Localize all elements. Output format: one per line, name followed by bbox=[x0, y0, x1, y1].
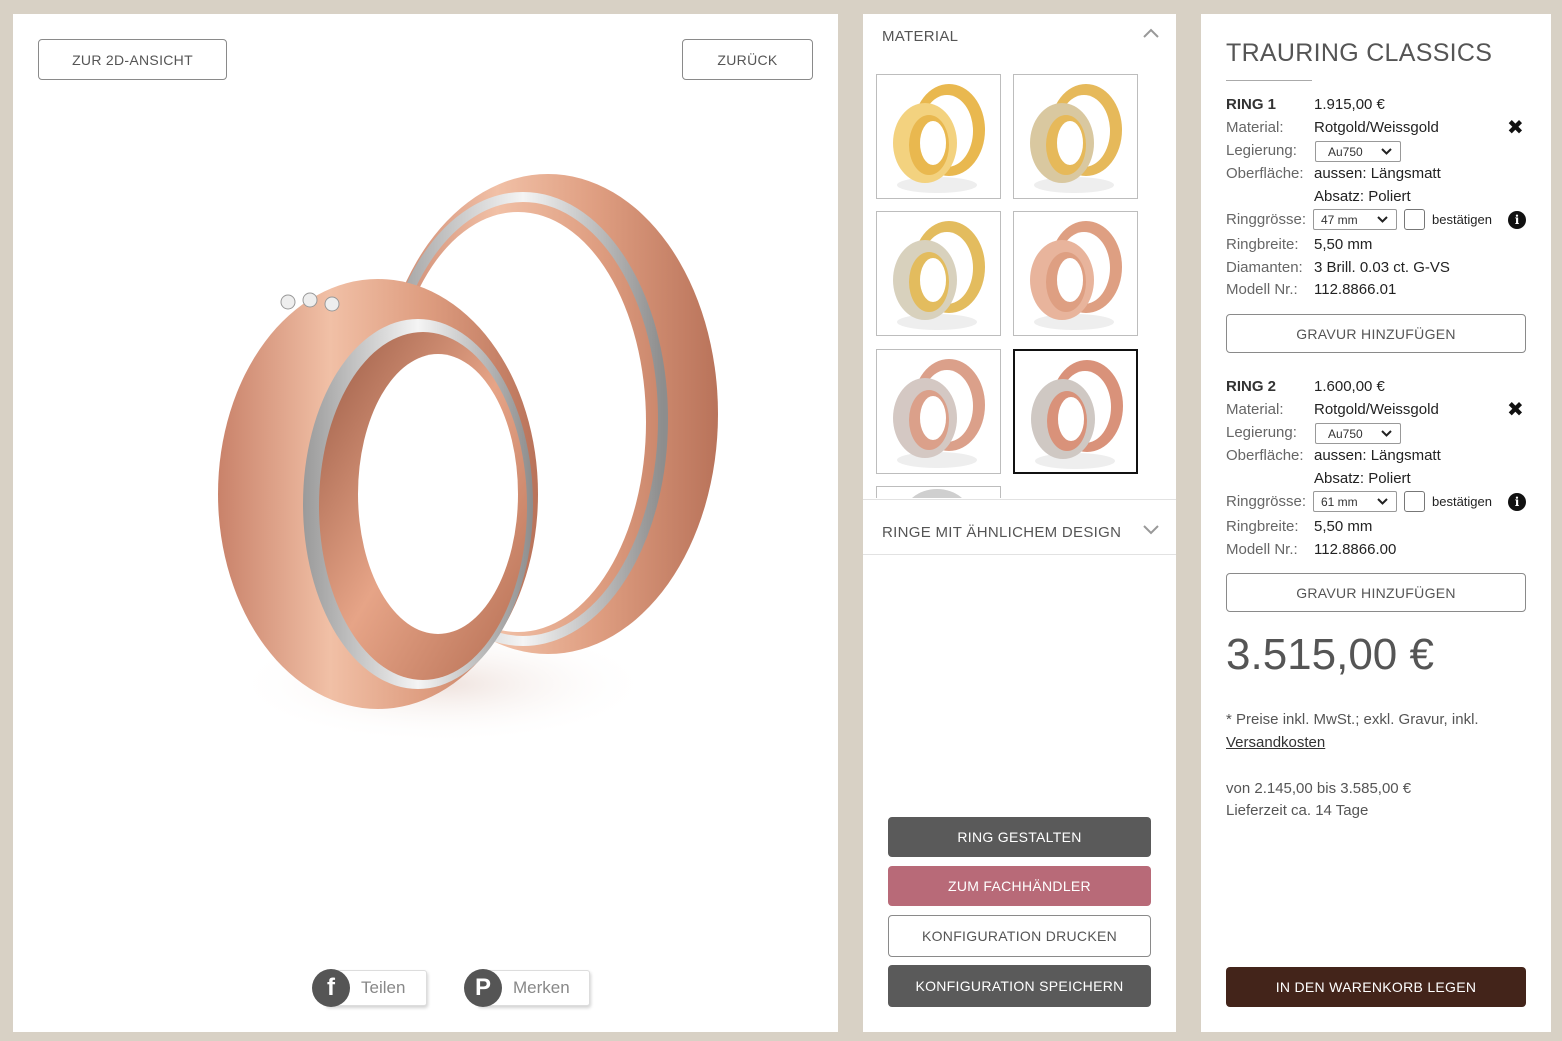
size-label: Ringgrösse: bbox=[1226, 493, 1307, 510]
print-configuration-button[interactable]: KONFIGURATION DRUCKEN bbox=[888, 915, 1151, 957]
chevron-down-icon bbox=[1377, 216, 1388, 223]
configuration-panel: MATERIAL RINGE MIT ÄHNLICHEM DESIGN RING… bbox=[863, 14, 1176, 1032]
confirm-label: bestätigen bbox=[1432, 212, 1492, 227]
ring1-material: Rotgold/Weissgold bbox=[1314, 119, 1439, 136]
ring2-width: 5,50 mm bbox=[1314, 518, 1373, 535]
material-swatch-yellow-white-2[interactable] bbox=[876, 211, 1001, 336]
tax-note: * Preise inkl. MwSt.; exkl. Gravur, inkl… bbox=[1226, 711, 1479, 728]
ring1-diamonds: 3 Brill. 0.03 ct. G-VS bbox=[1314, 259, 1450, 276]
info-icon[interactable]: i bbox=[1508, 211, 1526, 229]
info-icon[interactable]: i bbox=[1508, 493, 1526, 511]
ring2-surface-outer: aussen: Längsmatt bbox=[1314, 447, 1441, 464]
ring1-add-engraving-button[interactable]: GRAVUR HINZUFÜGEN bbox=[1226, 314, 1526, 353]
ring1-price: 1.915,00 € bbox=[1314, 96, 1385, 113]
model-label: Modell Nr.: bbox=[1226, 281, 1298, 298]
material-swatch-rose-white-selected[interactable] bbox=[1013, 349, 1138, 474]
ring1-alloy-value: Au750 bbox=[1328, 144, 1363, 159]
save-configuration-button[interactable]: KONFIGURATION SPEICHERN bbox=[888, 965, 1151, 1007]
ring2-alloy-value: Au750 bbox=[1328, 426, 1363, 441]
product-title: TRAURING CLASSICS bbox=[1226, 39, 1493, 67]
ring-swatch-icon bbox=[1031, 360, 1123, 469]
ring-viewer-panel: ZUR 2D-ANSICHT ZURÜCK f Teilen P Merken bbox=[13, 14, 838, 1032]
ring1-size-select[interactable]: 47 mm bbox=[1313, 209, 1397, 230]
chevron-up-icon bbox=[1143, 28, 1159, 38]
ring2-material: Rotgold/Weissgold bbox=[1314, 401, 1439, 418]
material-swatch-yellow-white[interactable] bbox=[876, 74, 1001, 199]
ring1-size-confirm-checkbox[interactable] bbox=[1404, 209, 1425, 230]
ring1-size-value: 47 mm bbox=[1321, 212, 1358, 227]
material-swatch-grid bbox=[876, 74, 1156, 498]
remove-ring1-icon[interactable]: ✖ bbox=[1507, 115, 1524, 139]
ring1-surface-edge: Absatz: Poliert bbox=[1314, 188, 1411, 205]
share-facebook-button[interactable]: f Teilen bbox=[312, 969, 427, 1007]
material-label: Material: bbox=[1226, 401, 1284, 418]
shipping-note: Versandkosten bbox=[1226, 734, 1325, 751]
surface-label: Oberfläche: bbox=[1226, 165, 1304, 182]
alloy-label: Legierung: bbox=[1226, 142, 1297, 159]
divider bbox=[863, 499, 1176, 500]
order-summary-panel: TRAURING CLASSICS RING 1 1.915,00 € Mate… bbox=[1201, 14, 1551, 1032]
add-to-cart-button[interactable]: IN DEN WARENKORB LEGEN bbox=[1226, 967, 1526, 1007]
ring2-model: 112.8866.00 bbox=[1314, 541, 1397, 558]
similar-designs-section-header[interactable]: RINGE MIT ÄHNLICHEM DESIGN bbox=[863, 510, 1176, 554]
chevron-down-icon bbox=[1381, 430, 1392, 437]
material-swatch-more[interactable] bbox=[876, 486, 1001, 498]
share-label: Teilen bbox=[361, 978, 406, 997]
pinterest-icon: P bbox=[464, 969, 502, 1007]
chevron-down-icon bbox=[1377, 498, 1388, 505]
diamonds-label: Diamanten: bbox=[1226, 259, 1303, 276]
design-ring-button[interactable]: RING GESTALTEN bbox=[888, 817, 1151, 857]
divider bbox=[863, 554, 1176, 555]
similar-heading: RINGE MIT ÄHNLICHEM DESIGN bbox=[882, 524, 1122, 541]
back-button[interactable]: ZURÜCK bbox=[682, 39, 813, 80]
ring1-model: 112.8866.01 bbox=[1314, 281, 1397, 298]
ring2-size-confirm-checkbox[interactable] bbox=[1404, 491, 1425, 512]
dealer-button[interactable]: ZUM FACHHÄNDLER bbox=[888, 866, 1151, 906]
ring1-width: 5,50 mm bbox=[1314, 236, 1373, 253]
material-section-header[interactable]: MATERIAL bbox=[863, 14, 1176, 58]
confirm-label: bestätigen bbox=[1432, 494, 1492, 509]
width-label: Ringbreite: bbox=[1226, 236, 1299, 253]
material-label: Material: bbox=[1226, 119, 1284, 136]
pin-label: Merken bbox=[513, 978, 570, 997]
ring-swatch-icon bbox=[1030, 84, 1122, 193]
width-label: Ringbreite: bbox=[1226, 518, 1299, 535]
ring1-alloy-select[interactable]: Au750 bbox=[1315, 141, 1401, 162]
ring2-name: RING 2 bbox=[1226, 378, 1277, 395]
shipping-costs-link[interactable]: Versandkosten bbox=[1226, 734, 1325, 751]
ring2-size-value: 61 mm bbox=[1321, 494, 1358, 509]
ring-swatch-icon bbox=[893, 359, 985, 468]
material-swatch-yellow-yellow[interactable] bbox=[1013, 74, 1138, 199]
ring-swatch-icon bbox=[893, 84, 985, 193]
chevron-down-icon bbox=[1381, 148, 1392, 155]
total-price: 3.515,00 € bbox=[1226, 630, 1434, 679]
ring2-surface-edge: Absatz: Poliert bbox=[1314, 470, 1411, 487]
ring-small bbox=[218, 279, 538, 709]
ring2-price: 1.600,00 € bbox=[1314, 378, 1385, 395]
chevron-down-icon bbox=[1143, 525, 1159, 535]
surface-label: Oberfläche: bbox=[1226, 447, 1304, 464]
price-range: von 2.145,00 bis 3.585,00 € bbox=[1226, 780, 1412, 797]
material-heading: MATERIAL bbox=[882, 28, 959, 45]
view-2d-button[interactable]: ZUR 2D-ANSICHT bbox=[38, 39, 227, 80]
ring2-add-engraving-button[interactable]: GRAVUR HINZUFÜGEN bbox=[1226, 573, 1526, 612]
alloy-label: Legierung: bbox=[1226, 424, 1297, 441]
material-swatch-rose-rose[interactable] bbox=[1013, 211, 1138, 336]
delivery-time: Lieferzeit ca. 14 Tage bbox=[1226, 802, 1369, 819]
model-label: Modell Nr.: bbox=[1226, 541, 1298, 558]
ring1-surface-outer: aussen: Längsmatt bbox=[1314, 165, 1441, 182]
ring-pair-image[interactable] bbox=[193, 124, 733, 784]
ring2-alloy-select[interactable]: Au750 bbox=[1315, 423, 1401, 444]
ring-swatch-icon bbox=[1030, 221, 1122, 330]
ring1-name: RING 1 bbox=[1226, 96, 1277, 113]
title-underline bbox=[1226, 80, 1312, 81]
size-label: Ringgrösse: bbox=[1226, 211, 1307, 228]
ring-swatch-icon bbox=[893, 221, 985, 330]
remove-ring2-icon[interactable]: ✖ bbox=[1507, 397, 1524, 421]
pinterest-button[interactable]: P Merken bbox=[464, 969, 590, 1007]
ring2-size-select[interactable]: 61 mm bbox=[1313, 491, 1397, 512]
ring-swatch-icon bbox=[912, 489, 962, 498]
facebook-icon: f bbox=[312, 969, 350, 1007]
material-swatch-rose-white[interactable] bbox=[876, 349, 1001, 474]
